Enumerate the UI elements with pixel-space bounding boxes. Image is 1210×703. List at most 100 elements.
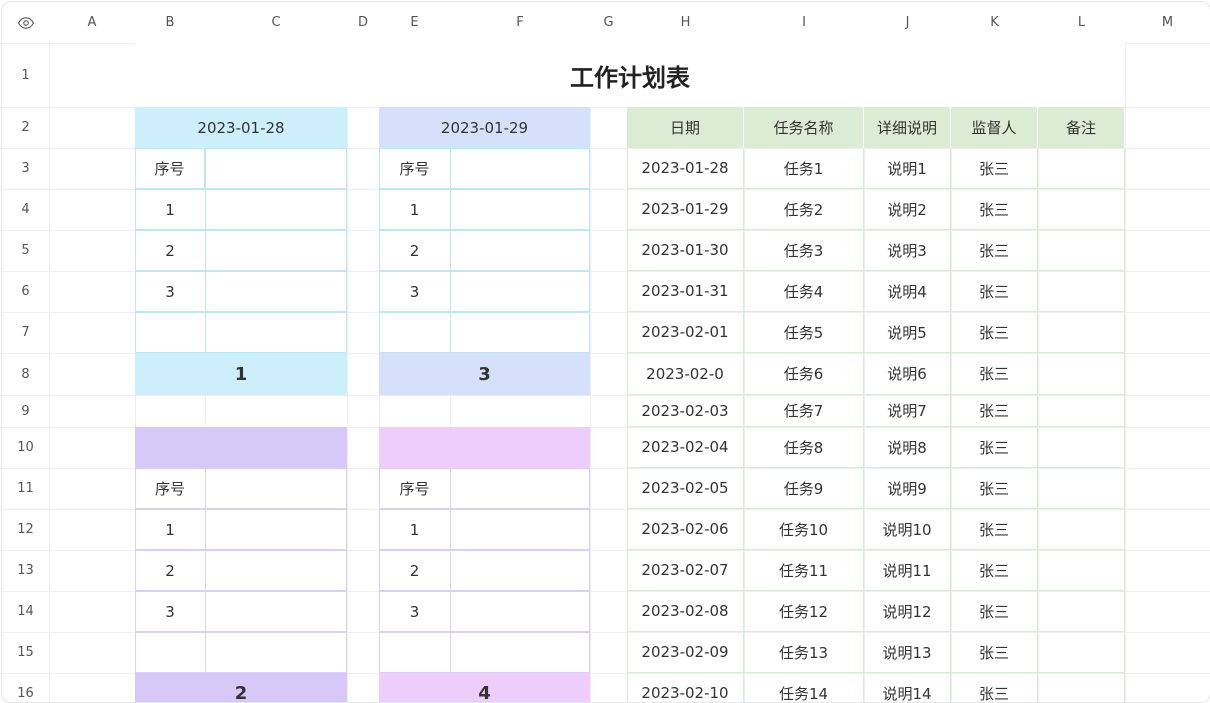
column-header-A[interactable]: A [49,2,135,43]
task-note[interactable] [1038,230,1125,271]
row-header-1[interactable]: 1 [2,43,49,107]
task-detail[interactable]: 说明9 [864,468,951,509]
task-detail[interactable]: 说明2 [864,189,951,230]
task-supervisor[interactable]: 张三 [951,271,1038,312]
task-note[interactable] [1038,148,1125,189]
block3-total[interactable]: 2 [135,673,347,702]
task-note[interactable] [1038,468,1125,509]
column-header-L[interactable]: L [1038,2,1125,43]
task-supervisor[interactable]: 张三 [951,632,1038,673]
task-name[interactable]: 任务13 [744,632,864,673]
task-detail[interactable]: 说明8 [864,427,951,468]
task-date[interactable]: 2023-02-03 [627,395,744,427]
task-name[interactable]: 任务6 [744,353,864,395]
tasks-header-name[interactable]: 任务名称 [744,107,864,148]
tasks-header-note[interactable]: 备注 [1038,107,1125,148]
task-name[interactable]: 任务11 [744,550,864,591]
task-supervisor[interactable]: 张三 [951,509,1038,550]
task-date[interactable]: 2023-02-05 [627,468,744,509]
task-note[interactable] [1038,427,1125,468]
column-header-H[interactable]: H [627,2,744,43]
column-header-M[interactable]: M [1125,2,1210,43]
task-date[interactable]: 2023-02-0 [627,353,744,395]
task-detail[interactable]: 说明12 [864,591,951,632]
task-date[interactable]: 2023-02-10 [627,673,744,702]
task-supervisor[interactable]: 张三 [951,427,1038,468]
task-detail[interactable]: 说明6 [864,353,951,395]
task-name[interactable]: 任务5 [744,312,864,353]
task-name[interactable]: 任务4 [744,271,864,312]
column-header-K[interactable]: K [951,2,1038,43]
task-supervisor[interactable]: 张三 [951,468,1038,509]
block4-header[interactable] [379,427,590,468]
task-date[interactable]: 2023-01-29 [627,189,744,230]
block1-date[interactable]: 2023-01-28 [135,107,347,148]
task-detail[interactable]: 说明10 [864,509,951,550]
task-note[interactable] [1038,673,1125,702]
task-detail[interactable]: 说明11 [864,550,951,591]
task-date[interactable]: 2023-02-08 [627,591,744,632]
task-note[interactable] [1038,271,1125,312]
row-header-6[interactable]: 6 [2,271,49,312]
row-header-13[interactable]: 13 [2,550,49,591]
tasks-header-date[interactable]: 日期 [627,107,744,148]
task-date[interactable]: 2023-02-07 [627,550,744,591]
column-header-E[interactable]: E [379,2,450,43]
task-date[interactable]: 2023-02-09 [627,632,744,673]
task-note[interactable] [1038,591,1125,632]
column-header-I[interactable]: I [744,2,864,43]
row-header-10[interactable]: 10 [2,427,49,468]
task-name[interactable]: 任务7 [744,395,864,427]
task-name[interactable]: 任务14 [744,673,864,702]
column-header-F[interactable]: F [450,2,590,43]
task-detail[interactable]: 说明13 [864,632,951,673]
tasks-header-detail[interactable]: 详细说明 [864,107,951,148]
column-header-D[interactable]: D [347,2,379,43]
task-name[interactable]: 任务3 [744,230,864,271]
task-supervisor[interactable]: 张三 [951,395,1038,427]
task-supervisor[interactable]: 张三 [951,550,1038,591]
block4-total[interactable]: 4 [379,673,590,702]
task-detail[interactable]: 说明14 [864,673,951,702]
task-detail[interactable]: 说明7 [864,395,951,427]
row-header-4[interactable]: 4 [2,189,49,230]
task-name[interactable]: 任务12 [744,591,864,632]
task-name[interactable]: 任务9 [744,468,864,509]
task-date[interactable]: 2023-01-31 [627,271,744,312]
column-header-C[interactable]: C [205,2,347,43]
row-header-8[interactable]: 8 [2,353,49,395]
block2-total[interactable]: 3 [379,353,590,395]
row-header-5[interactable]: 5 [2,230,49,271]
tasks-header-supervisor[interactable]: 监督人 [951,107,1038,148]
task-detail[interactable]: 说明1 [864,148,951,189]
row-header-15[interactable]: 15 [2,632,49,673]
task-note[interactable] [1038,632,1125,673]
task-note[interactable] [1038,550,1125,591]
task-name[interactable]: 任务1 [744,148,864,189]
task-name[interactable]: 任务2 [744,189,864,230]
row-header-16[interactable]: 16 [2,673,49,702]
block1-total[interactable]: 1 [135,353,347,395]
task-detail[interactable]: 说明3 [864,230,951,271]
row-header-9[interactable]: 9 [2,395,49,427]
task-supervisor[interactable]: 张三 [951,148,1038,189]
task-date[interactable]: 2023-01-30 [627,230,744,271]
task-supervisor[interactable]: 张三 [951,230,1038,271]
task-note[interactable] [1038,353,1125,395]
task-date[interactable]: 2023-02-01 [627,312,744,353]
task-note[interactable] [1038,189,1125,230]
row-header-2[interactable]: 2 [2,107,49,148]
task-date[interactable]: 2023-02-04 [627,427,744,468]
task-date[interactable]: 2023-02-06 [627,509,744,550]
task-detail[interactable]: 说明5 [864,312,951,353]
task-supervisor[interactable]: 张三 [951,591,1038,632]
task-supervisor[interactable]: 张三 [951,673,1038,702]
row-header-7[interactable]: 7 [2,312,49,353]
row-header-11[interactable]: 11 [2,468,49,509]
page-title[interactable]: 工作计划表 [135,43,1125,107]
task-date[interactable]: 2023-01-28 [627,148,744,189]
task-name[interactable]: 任务8 [744,427,864,468]
row-header-14[interactable]: 14 [2,591,49,632]
row-header-12[interactable]: 12 [2,509,49,550]
task-note[interactable] [1038,395,1125,427]
